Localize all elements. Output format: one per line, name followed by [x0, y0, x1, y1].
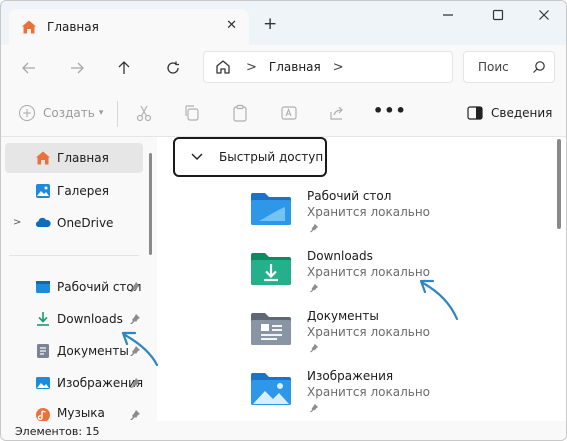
home-icon	[22, 20, 36, 34]
downloads-icon	[37, 312, 49, 326]
copy-icon[interactable]	[183, 104, 201, 122]
arrow-left-icon	[22, 62, 35, 74]
status-bar: Элементов: 15	[1, 421, 566, 440]
share-icon[interactable]	[328, 104, 346, 122]
sidebar-item-gallery[interactable]: Галерея	[5, 176, 143, 206]
refresh-icon	[167, 61, 179, 74]
annotation-arrow-icon	[419, 279, 459, 321]
command-bar: + Создать ▾ ••• Сведения	[1, 91, 566, 137]
item-name: Рабочий стол	[307, 189, 392, 203]
pin-icon	[309, 223, 319, 233]
desktop-folder-icon	[251, 193, 291, 225]
pin-icon	[130, 410, 140, 420]
gallery-icon	[36, 184, 50, 198]
sidebar-item-desktop[interactable]: Рабочий стол	[5, 272, 143, 302]
item-location: Хранится локально	[307, 325, 430, 339]
pin-icon	[309, 343, 319, 353]
item-location: Хранится локально	[307, 205, 430, 219]
content-scrollbar[interactable]	[557, 139, 561, 229]
music-icon	[36, 408, 50, 421]
address-bar[interactable]: > Главная >	[203, 51, 453, 83]
arrow-up-icon	[118, 61, 130, 74]
item-name: Изображения	[307, 369, 394, 383]
tab-title: Главная	[47, 20, 99, 34]
pin-icon	[130, 378, 140, 388]
cut-icon[interactable]	[135, 104, 153, 122]
close-window-button[interactable]	[529, 9, 559, 29]
more-options-button[interactable]: •••	[373, 101, 407, 120]
search-placeholder: Поис	[478, 60, 509, 74]
desktop-icon	[36, 281, 50, 293]
maximize-icon	[492, 9, 504, 21]
documents-folder-icon	[251, 313, 291, 345]
quick-access-item-pictures[interactable]: Изображения Хранится локально	[249, 369, 509, 429]
close-tab-icon[interactable]: ✕	[226, 18, 237, 33]
pin-icon	[309, 283, 319, 293]
home-icon	[36, 151, 50, 165]
minimize-icon	[443, 14, 453, 16]
new-tab-button[interactable]: +	[263, 14, 277, 34]
paste-icon[interactable]	[231, 104, 249, 122]
quick-access-item-documents[interactable]: Документы Хранится локально	[249, 309, 509, 369]
content-pane: Быстрый доступ Рабочий стол Хранится лок…	[157, 137, 566, 421]
sidebar-item-label: Галерея	[57, 184, 109, 198]
search-icon	[533, 61, 545, 73]
sidebar-item-music[interactable]: Музыка	[5, 400, 143, 421]
pin-icon	[130, 282, 140, 292]
item-count: Элементов: 15	[15, 425, 100, 438]
chevron-right-icon[interactable]: >	[333, 60, 344, 75]
sidebar-item-pictures[interactable]: Изображения	[5, 368, 143, 398]
sidebar-item-label: Главная	[57, 151, 109, 165]
chevron-down-icon	[191, 153, 203, 160]
navigation-bar: > Главная > Поис	[1, 45, 566, 91]
item-name: Downloads	[307, 249, 373, 263]
group-title: Быстрый доступ	[219, 150, 324, 164]
search-input[interactable]: Поис	[463, 51, 555, 83]
maximize-button[interactable]	[483, 9, 513, 29]
downloads-folder-icon	[251, 253, 291, 285]
file-explorer-window: Главная ✕ + > Главная > Поис + Создать ▾…	[0, 0, 567, 441]
up-button[interactable]	[110, 55, 138, 81]
annotation-arrow-icon	[121, 331, 159, 367]
item-location: Хранится локально	[307, 385, 430, 399]
create-button[interactable]: + Создать ▾	[19, 105, 103, 121]
back-button[interactable]	[15, 55, 43, 81]
plus-icon: +	[19, 105, 35, 121]
item-name: Документы	[307, 309, 379, 323]
title-bar: Главная ✕ +	[1, 1, 566, 45]
sidebar-item-label: OneDrive	[57, 216, 114, 230]
tab-home[interactable]: Главная ✕	[9, 9, 249, 45]
chevron-down-icon: ▾	[98, 108, 104, 118]
pictures-icon	[36, 377, 50, 389]
details-button[interactable]: Сведения	[467, 106, 552, 120]
arrow-right-icon	[71, 62, 84, 74]
quick-access-item-desktop[interactable]: Рабочий стол Хранится локально	[249, 189, 509, 249]
toolbar-divider	[117, 101, 118, 127]
onedrive-icon	[35, 217, 51, 227]
quick-access-item-downloads[interactable]: Downloads Хранится локально	[249, 249, 509, 309]
sidebar-item-home[interactable]: Главная	[5, 143, 143, 173]
sidebar-scrollbar[interactable]	[149, 153, 152, 255]
details-pane-icon	[467, 106, 483, 120]
pictures-folder-icon	[251, 373, 291, 405]
sidebar-divider	[9, 255, 139, 256]
navigation-pane: Главная Галерея > OneDrive Рабочий стол …	[1, 137, 157, 421]
sidebar-item-onedrive[interactable]: OneDrive	[5, 208, 143, 238]
create-label: Создать	[43, 106, 95, 120]
home-outline-icon	[216, 60, 230, 74]
details-label: Сведения	[491, 106, 553, 120]
pin-icon	[309, 403, 319, 413]
minimize-button[interactable]	[433, 9, 463, 29]
quick-access-header[interactable]: Быстрый доступ	[173, 137, 327, 177]
breadcrumb-home[interactable]: Главная	[269, 60, 321, 74]
close-icon	[539, 10, 549, 20]
forward-button[interactable]	[63, 55, 91, 81]
chevron-right-icon: >	[246, 59, 257, 75]
documents-icon	[37, 344, 49, 358]
rename-icon[interactable]	[280, 104, 298, 122]
sidebar-item-label: Музыка	[57, 406, 105, 420]
refresh-button[interactable]	[159, 55, 187, 81]
